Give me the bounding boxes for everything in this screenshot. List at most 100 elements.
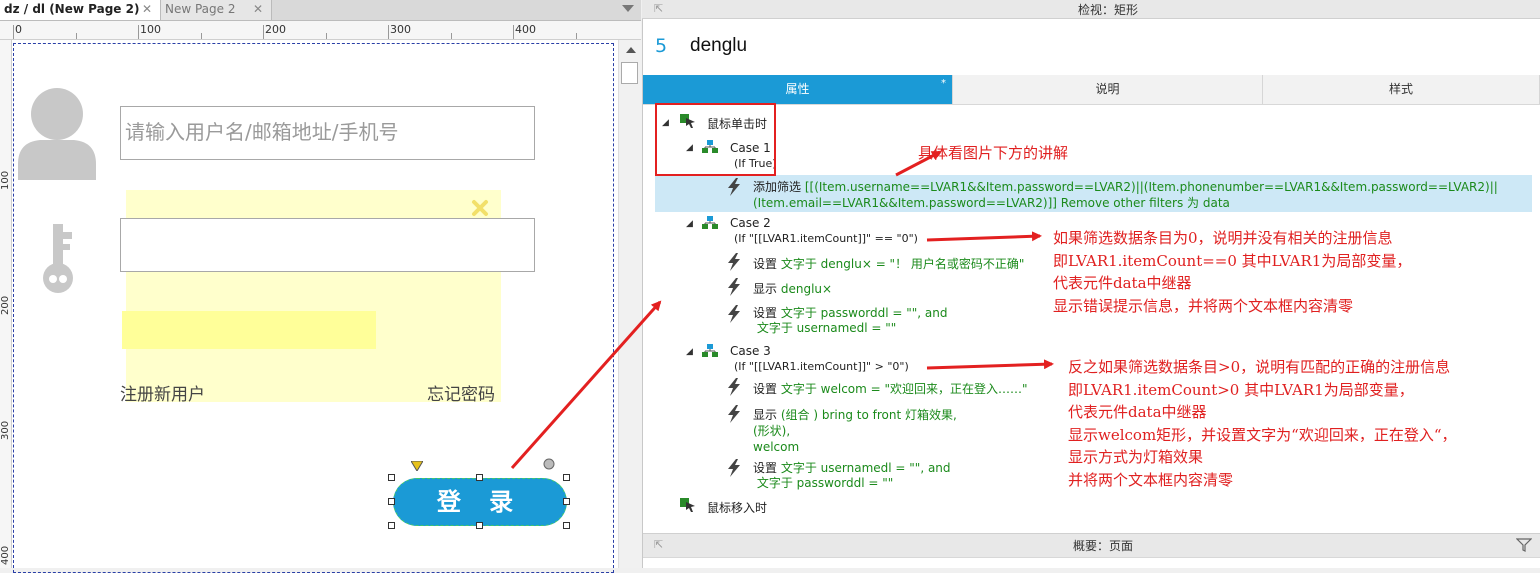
horizontal-ruler: 0 100 200 300 400: [0, 21, 641, 40]
tab-close-icon[interactable]: ✕: [142, 0, 152, 19]
tab-menu-icon[interactable]: [622, 5, 634, 12]
action-bolt-icon: [728, 459, 740, 477]
case-3-label[interactable]: Case 3: [730, 344, 771, 358]
ruler-label: 0: [15, 23, 22, 36]
action-bolt-icon: [728, 253, 740, 271]
resize-handle[interactable]: [563, 474, 570, 481]
tab-style[interactable]: 样式: [1263, 75, 1540, 104]
action-verb: 设置: [753, 382, 778, 396]
annotation-line: 即LVAR1.itemCount==0 其中LVAR1为局部变量，: [1053, 251, 1412, 270]
error-message-box: [122, 311, 376, 349]
case-2-condition: (If "[[LVAR1.itemCount]]" == "0"): [734, 232, 918, 245]
login-button[interactable]: 登 录: [393, 478, 567, 526]
resize-handle[interactable]: [476, 522, 483, 529]
action-verb: 设置: [753, 257, 778, 271]
ruler-label: 300: [390, 23, 411, 36]
annotation-note-2: 如果筛选数据条目为0，说明并没有相关的注册信息 即LVAR1.itemCount…: [1053, 227, 1411, 317]
action-set-text[interactable]: 设置 文字于 welcom = "欢迎回来，正在登入……": [753, 380, 1028, 397]
case-icon: [702, 216, 718, 229]
action-detail: 文字于 welcom = "欢迎回来，正在登入……": [780, 382, 1028, 396]
collapse-arrow-icon[interactable]: ◢: [686, 347, 693, 357]
action-verb: 添加筛选: [753, 180, 802, 194]
vertical-ruler: 100 200 300 400: [0, 40, 12, 568]
annotation-line: 代表元件data中继器: [1068, 403, 1207, 421]
action-detail: denglu×: [780, 282, 833, 296]
editor-tabbar: dz / dl (New Page 2) ✕ New Page 2 ✕: [0, 0, 641, 21]
ruler-label: 200: [265, 23, 286, 36]
action-set-text[interactable]: 设置 文字于 usernamedl = "", and 文字于 password…: [753, 461, 951, 491]
resize-handle[interactable]: [388, 522, 395, 529]
action-detail: [[(Item.username==LVAR1&&Item.password==…: [804, 180, 1498, 194]
annotation-line: 代表元件data中继器: [1053, 274, 1192, 292]
action-set-text[interactable]: 设置 文字于 passworddl = "", and 文字于 username…: [753, 306, 948, 336]
annotation-line: 显示welcom矩形，并设置文字为“欢迎回来，正在登入“，: [1068, 425, 1457, 444]
action-set-text[interactable]: 设置 文字于 denglu× = "！ 用户名或密码不正确": [753, 255, 1024, 272]
ruler-label: 100: [0, 170, 11, 190]
action-detail: 文字于 passworddl = "", and: [780, 306, 948, 320]
annotation-note-3: 反之如果筛选数据条目>0，说明有匹配的正确的注册信息 即LVAR1.itemCo…: [1068, 356, 1457, 491]
action-verb: 设置: [753, 306, 778, 320]
username-input[interactable]: 请输入用户名/邮箱地址/手机号: [120, 106, 535, 160]
widget-number: 5: [655, 35, 668, 57]
user-avatar-icon: [18, 88, 96, 180]
action-bolt-icon: [728, 405, 740, 423]
action-bolt-icon: [728, 178, 740, 196]
annotation-line: 如果筛选数据条目为0，说明并没有相关的注册信息: [1053, 229, 1393, 247]
tab-notes[interactable]: 说明: [953, 75, 1263, 104]
rotation-handle-icon[interactable]: [543, 458, 555, 470]
tab-properties[interactable]: 属性 *: [643, 75, 953, 104]
tab-close-icon[interactable]: ✕: [253, 0, 263, 19]
summary-title: 概要：页面: [1073, 539, 1134, 553]
ruler-label: 100: [140, 23, 161, 36]
password-input[interactable]: [120, 218, 535, 272]
resize-handle[interactable]: [388, 498, 395, 505]
action-show[interactable]: 显示 denglu×: [753, 280, 832, 297]
scrollbar-thumb[interactable]: [621, 62, 638, 84]
pin-icon[interactable]: ⇱: [654, 538, 663, 551]
resize-handle[interactable]: [563, 522, 570, 529]
tab-label: 属性: [785, 82, 810, 96]
collapse-arrow-icon[interactable]: ◢: [686, 219, 693, 229]
ruler-label: 200: [0, 295, 11, 315]
resize-handle[interactable]: [563, 498, 570, 505]
action-detail: (组合 ) bring to front 灯箱效果,: [780, 408, 957, 422]
filter-icon[interactable]: [1516, 538, 1532, 552]
ruler-label: 300: [0, 420, 11, 440]
annotation-line: 即LVAR1.itemCount>0 其中LVAR1为局部变量，: [1068, 380, 1414, 399]
tab-label: New Page 2: [165, 2, 236, 16]
pin-icon[interactable]: ⇱: [654, 2, 663, 15]
editor-scrollbar[interactable]: [618, 40, 642, 568]
register-link[interactable]: 注册新用户: [120, 380, 205, 405]
ruler-label: 400: [515, 23, 536, 36]
inspector-title: 检视：矩形: [1078, 3, 1139, 17]
action-verb: 设置: [753, 461, 778, 475]
annotation-line: 并将两个文本框内容清零: [1068, 470, 1234, 489]
action-detail: (形状),: [753, 424, 791, 438]
annotation-highlight-box: [655, 103, 776, 176]
action-bolt-icon: [728, 305, 740, 323]
action-add-filter[interactable]: 添加筛选 [[(Item.username==LVAR1&&Item.passw…: [753, 179, 1528, 211]
widget-name-field[interactable]: denglu: [690, 35, 747, 57]
case-2-label[interactable]: Case 2: [730, 216, 771, 230]
action-detail: 文字于 usernamedl = "": [756, 321, 897, 335]
tab-new-page-2[interactable]: New Page 2 ✕: [160, 0, 272, 20]
action-bolt-icon: [728, 278, 740, 296]
action-show-lightbox[interactable]: 显示 (组合 ) bring to front 灯箱效果, (形状), welc…: [753, 407, 957, 455]
annotation-note-1: 具体看图片下方的讲解: [918, 144, 1069, 162]
case-3-condition: (If "[[LVAR1.itemCount]]" > "0"): [734, 360, 909, 373]
selection-pivot-icon[interactable]: [411, 461, 423, 471]
forgot-password-link[interactable]: 忘记密码: [427, 380, 495, 405]
annotation-line: 显示方式为灯箱效果: [1068, 448, 1204, 466]
inspector-tabs: 属性 * 说明 样式: [643, 75, 1540, 105]
cursor-event-icon: [680, 498, 695, 512]
resize-handle[interactable]: [476, 474, 483, 481]
event-mouseenter-label[interactable]: 鼠标移入时: [707, 499, 767, 516]
scroll-up-icon[interactable]: [626, 47, 636, 53]
action-verb: 显示: [753, 408, 778, 422]
tab-dz-dl[interactable]: dz / dl (New Page 2) ✕: [0, 0, 160, 20]
action-detail: (Item.email==LVAR1&&Item.password==LVAR2…: [753, 196, 1230, 210]
action-detail: 文字于 usernamedl = "", and: [780, 461, 951, 475]
resize-handle[interactable]: [388, 474, 395, 481]
close-x-icon[interactable]: [471, 199, 489, 217]
action-detail: 文字于 denglu× = "！ 用户名或密码不正确": [780, 257, 1025, 271]
